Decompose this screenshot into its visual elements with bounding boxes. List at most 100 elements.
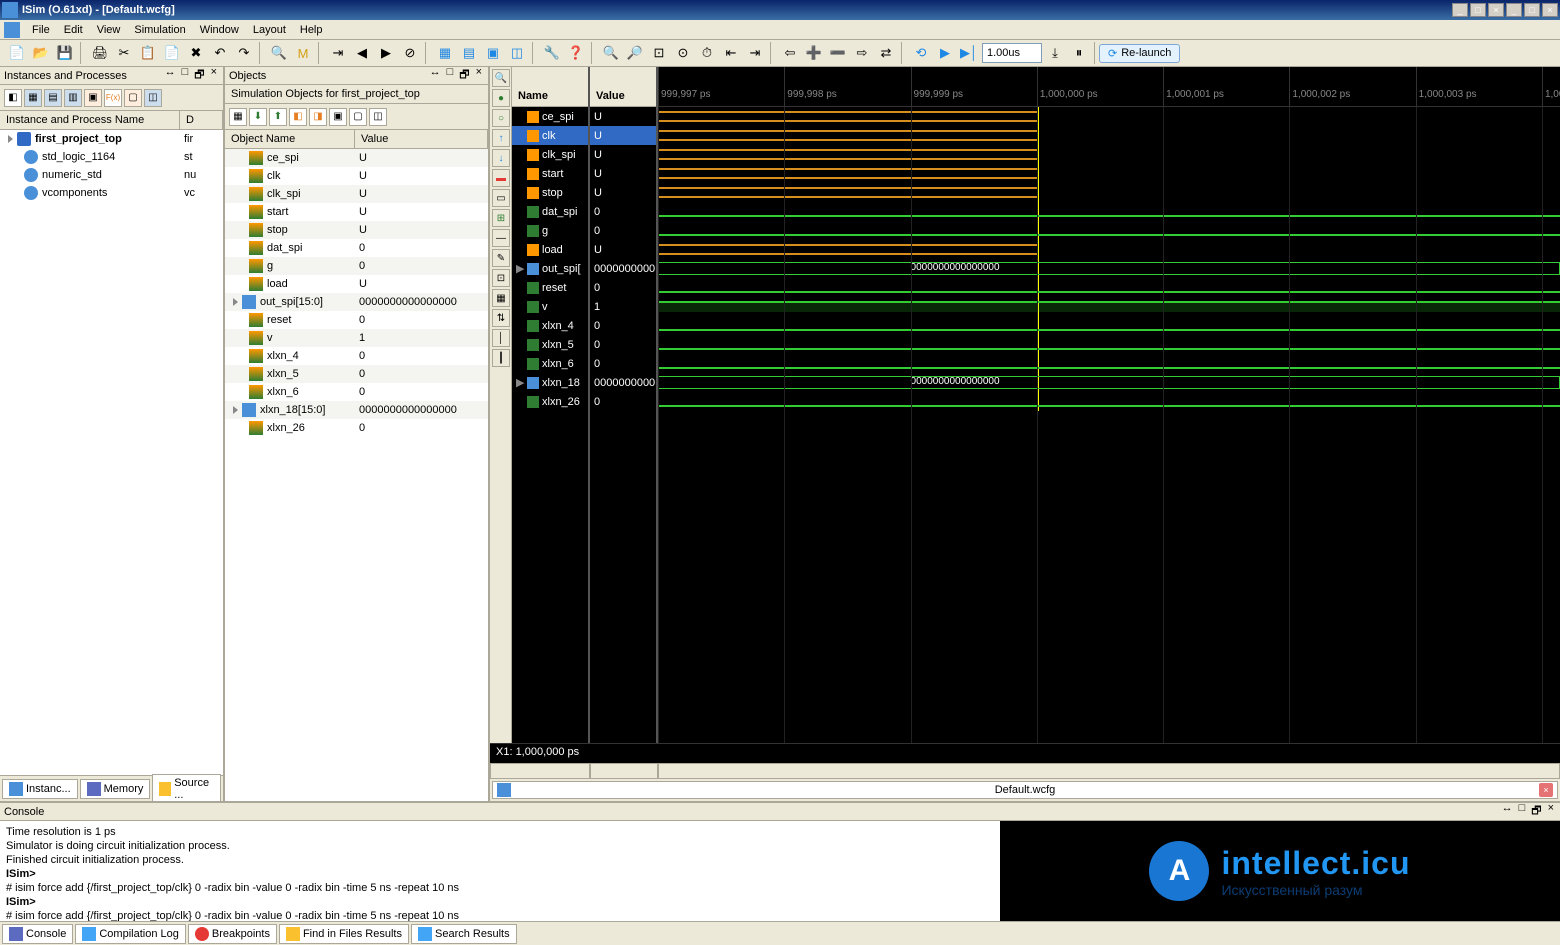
zoom-out-button[interactable]: 🔎 xyxy=(624,42,646,64)
object-row[interactable]: start U xyxy=(225,203,488,221)
wave-signal-name[interactable]: load xyxy=(512,240,588,259)
wave-signal-name[interactable]: stop xyxy=(512,183,588,202)
menu-view[interactable]: View xyxy=(91,22,127,38)
obj-btn-6[interactable]: ▣ xyxy=(329,108,347,126)
tab-console[interactable]: Console xyxy=(2,924,73,944)
next-button[interactable]: ▶ xyxy=(375,42,397,64)
wave-tool-remove[interactable]: ○ xyxy=(492,109,510,127)
child-minimize-button[interactable]: _ xyxy=(1506,3,1522,17)
panel-nav-icon[interactable]: ↔ xyxy=(163,66,178,85)
menu-window[interactable]: Window xyxy=(194,22,245,38)
wave-signal-trace[interactable] xyxy=(658,316,1560,335)
wave-tool-rename[interactable]: ✎ xyxy=(492,249,510,267)
console-close-icon[interactable]: × xyxy=(1546,802,1556,821)
wave-signal-name[interactable]: reset xyxy=(512,278,588,297)
object-row[interactable]: g 0 xyxy=(225,257,488,275)
objects-col-name[interactable]: Object Name xyxy=(225,130,355,148)
wave-signal-value[interactable]: 0 xyxy=(590,392,656,411)
zoom-cursor-button[interactable]: ⊙ xyxy=(672,42,694,64)
wave-signal-value[interactable]: 0 xyxy=(590,316,656,335)
close-button[interactable]: × xyxy=(1488,3,1504,17)
obj-panel-max-icon[interactable]: 🗗 xyxy=(457,66,471,85)
wave-signal-name[interactable]: dat_spi xyxy=(512,202,588,221)
print-button[interactable]: 🖨 xyxy=(89,42,111,64)
goto-time-button[interactable]: ⏱ xyxy=(696,42,718,64)
wave-tool-marker[interactable]: │ xyxy=(492,329,510,347)
obj-btn-2[interactable]: ⬇ xyxy=(249,108,267,126)
objects-col-value[interactable]: Value xyxy=(355,130,488,148)
inst-btn-8[interactable]: ◫ xyxy=(144,89,162,107)
wave-signal-value[interactable]: 0000000000 xyxy=(590,373,656,392)
wave-signal-name[interactable]: xlxn_26 xyxy=(512,392,588,411)
paste-button[interactable]: 📄 xyxy=(161,42,183,64)
wave-signal-trace[interactable] xyxy=(658,392,1560,411)
wave-tool-expand[interactable]: ▭ xyxy=(492,189,510,207)
copy-button[interactable]: 📋 xyxy=(137,42,159,64)
menu-simulation[interactable]: Simulation xyxy=(128,22,191,38)
tab-source[interactable]: Source ... xyxy=(152,774,221,804)
objects-tree[interactable]: Object Name Value ce_spi U clk U clk_spi… xyxy=(225,130,488,801)
object-row[interactable]: out_spi[15:0] 0000000000000000 xyxy=(225,293,488,311)
console-nav-icon[interactable]: ↔ xyxy=(1500,802,1515,821)
child-close-button[interactable]: × xyxy=(1542,3,1558,17)
wave-signal-name[interactable]: start xyxy=(512,164,588,183)
window-cascade-button[interactable]: ▤ xyxy=(458,42,480,64)
expand-icon[interactable] xyxy=(8,135,13,143)
object-row[interactable]: clk U xyxy=(225,167,488,185)
wave-signal-value[interactable]: U xyxy=(590,183,656,202)
wave-signal-trace[interactable] xyxy=(658,183,1560,202)
panel-max-icon[interactable]: 🗗 xyxy=(192,66,206,85)
obj-panel-float-icon[interactable]: □ xyxy=(445,66,456,85)
instance-row[interactable]: first_project_top fir xyxy=(0,130,223,148)
tab-breakpoints[interactable]: Breakpoints xyxy=(188,924,277,944)
wave-signal-trace[interactable] xyxy=(658,164,1560,183)
expand-icon[interactable]: ▶ xyxy=(516,376,524,389)
wave-signal-name[interactable]: ce_spi xyxy=(512,107,588,126)
wave-signal-value[interactable]: 0 xyxy=(590,354,656,373)
wave-plot[interactable]: 1,000,000 ps 999,997 ps999,998 ps999,999… xyxy=(658,67,1560,743)
marker-del-button[interactable]: ➖ xyxy=(827,42,849,64)
undo-button[interactable]: ↶ xyxy=(209,42,231,64)
wave-signal-value[interactable]: 0 xyxy=(590,278,656,297)
console-max-icon[interactable]: 🗗 xyxy=(1529,802,1543,821)
wave-signal-name[interactable]: v xyxy=(512,297,588,316)
tab-memory[interactable]: Memory xyxy=(80,779,151,799)
object-row[interactable]: xlxn_26 0 xyxy=(225,419,488,437)
window-float-button[interactable]: ▣ xyxy=(482,42,504,64)
inst-btn-fx[interactable]: F(x) xyxy=(104,89,122,107)
instances-col-name[interactable]: Instance and Process Name xyxy=(0,111,180,129)
wave-signal-value[interactable]: U xyxy=(590,164,656,183)
wave-tool-search[interactable]: 🔍 xyxy=(492,69,510,87)
prev-button[interactable]: ◀ xyxy=(351,42,373,64)
expand-icon[interactable] xyxy=(233,406,238,414)
inst-btn-4[interactable]: ▥ xyxy=(64,89,82,107)
minimize-button[interactable]: _ xyxy=(1452,3,1468,17)
panel-float-icon[interactable]: □ xyxy=(180,66,191,85)
wave-name-header[interactable]: Name xyxy=(512,67,588,107)
wave-signal-value[interactable]: U xyxy=(590,240,656,259)
new-button[interactable]: 📄 xyxy=(6,42,28,64)
object-row[interactable]: dat_spi 0 xyxy=(225,239,488,257)
object-row[interactable]: reset 0 xyxy=(225,311,488,329)
open-button[interactable]: 📂 xyxy=(30,42,52,64)
console-output[interactable]: Time resolution is 1 psSimulator is doin… xyxy=(0,821,1000,921)
find-next-button[interactable]: M xyxy=(292,42,314,64)
prev-edge-button[interactable]: ⇤ xyxy=(720,42,742,64)
step-button[interactable]: ⤓ xyxy=(1044,42,1066,64)
run-all-button[interactable]: ▶ xyxy=(934,42,956,64)
tab-search-results[interactable]: Search Results xyxy=(411,924,517,944)
wave-signal-trace[interactable] xyxy=(658,107,1560,126)
value-hscroll[interactable] xyxy=(590,763,658,779)
obj-btn-5[interactable]: ◨ xyxy=(309,108,327,126)
menu-help[interactable]: Help xyxy=(294,22,329,38)
inst-btn-3[interactable]: ▤ xyxy=(44,89,62,107)
probe-button[interactable]: 🔧 xyxy=(541,42,563,64)
object-row[interactable]: clk_spi U xyxy=(225,185,488,203)
menu-edit[interactable]: Edit xyxy=(58,22,89,38)
help-button[interactable]: ❓ xyxy=(565,42,587,64)
inst-btn-1[interactable]: ◧ xyxy=(4,89,22,107)
swap-button[interactable]: ⇄ xyxy=(875,42,897,64)
wave-tool-cursor[interactable]: ┃ xyxy=(492,349,510,367)
obj-btn-1[interactable]: ▦ xyxy=(229,108,247,126)
wave-timescale[interactable]: 999,997 ps999,998 ps999,999 ps1,000,000 … xyxy=(658,67,1560,107)
